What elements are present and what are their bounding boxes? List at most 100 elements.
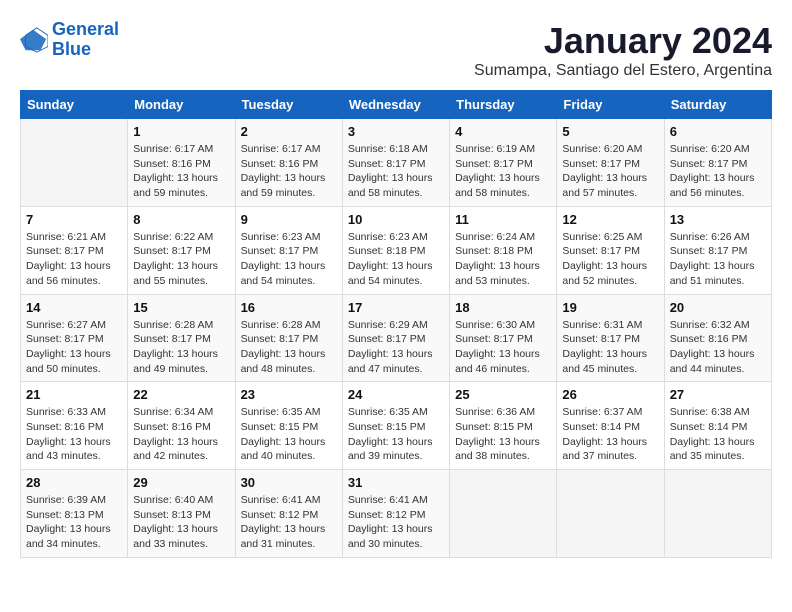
calendar-cell: 3 Sunrise: 6:18 AMSunset: 8:17 PMDaylight… [342, 119, 449, 207]
day-number: 2 [241, 124, 337, 139]
day-number: 24 [348, 387, 444, 402]
calendar-cell: 19 Sunrise: 6:31 AMSunset: 8:17 PMDayligh… [557, 294, 664, 382]
calendar-cell: 28Sunrise: 6:39 AMSunset: 8:13 PMDayligh… [21, 470, 128, 558]
calendar-cell: 23Sunrise: 6:35 AMSunset: 8:15 PMDayligh… [235, 382, 342, 470]
day-info: Sunrise: 6:17 AMSunset: 8:16 PMDaylight:… [241, 142, 337, 201]
calendar-cell: 8 Sunrise: 6:22 AMSunset: 8:17 PMDaylight… [128, 206, 235, 294]
calendar-week-row: 28Sunrise: 6:39 AMSunset: 8:13 PMDayligh… [21, 470, 772, 558]
day-info: Sunrise: 6:38 AMSunset: 8:14 PMDaylight:… [670, 405, 766, 464]
day-number: 28 [26, 475, 122, 490]
calendar-cell: 1 Sunrise: 6:17 AMSunset: 8:16 PMDaylight… [128, 119, 235, 207]
calendar-cell: 20Sunrise: 6:32 AMSunset: 8:16 PMDayligh… [664, 294, 771, 382]
day-info: Sunrise: 6:27 AMSunset: 8:17 PMDaylight:… [26, 318, 122, 377]
calendar-cell [21, 119, 128, 207]
page-title: January 2024 [474, 20, 772, 62]
day-info: Sunrise: 6:41 AMSunset: 8:12 PMDaylight:… [348, 493, 444, 552]
day-number: 29 [133, 475, 229, 490]
day-number: 20 [670, 300, 766, 315]
weekday-header: Friday [557, 91, 664, 119]
day-info: Sunrise: 6:33 AMSunset: 8:16 PMDaylight:… [26, 405, 122, 464]
day-number: 6 [670, 124, 766, 139]
calendar-table: SundayMondayTuesdayWednesdayThursdayFrid… [20, 90, 772, 558]
calendar-cell: 2 Sunrise: 6:17 AMSunset: 8:16 PMDaylight… [235, 119, 342, 207]
day-number: 21 [26, 387, 122, 402]
logo-text: General Blue [52, 20, 119, 60]
weekday-header: Tuesday [235, 91, 342, 119]
calendar-cell: 17 Sunrise: 6:29 AMSunset: 8:17 PMDayligh… [342, 294, 449, 382]
calendar-cell: 21 Sunrise: 6:33 AMSunset: 8:16 PMDayligh… [21, 382, 128, 470]
day-info: Sunrise: 6:23 AMSunset: 8:18 PMDaylight:… [348, 230, 444, 289]
logo-icon [20, 26, 48, 54]
day-info: Sunrise: 6:34 AMSunset: 8:16 PMDaylight:… [133, 405, 229, 464]
day-number: 13 [670, 212, 766, 227]
day-number: 25 [455, 387, 551, 402]
day-info: Sunrise: 6:30 AMSunset: 8:17 PMDaylight:… [455, 318, 551, 377]
day-number: 4 [455, 124, 551, 139]
weekday-header: Sunday [21, 91, 128, 119]
calendar-week-row: 1 Sunrise: 6:17 AMSunset: 8:16 PMDaylight… [21, 119, 772, 207]
day-number: 3 [348, 124, 444, 139]
calendar-cell: 13 Sunrise: 6:26 AMSunset: 8:17 PMDayligh… [664, 206, 771, 294]
day-number: 23 [241, 387, 337, 402]
day-info: Sunrise: 6:31 AMSunset: 8:17 PMDaylight:… [562, 318, 658, 377]
day-info: Sunrise: 6:17 AMSunset: 8:16 PMDaylight:… [133, 142, 229, 201]
day-info: Sunrise: 6:26 AMSunset: 8:17 PMDaylight:… [670, 230, 766, 289]
day-number: 7 [26, 212, 122, 227]
day-number: 5 [562, 124, 658, 139]
calendar-cell: 26Sunrise: 6:37 AMSunset: 8:14 PMDayligh… [557, 382, 664, 470]
day-number: 16 [241, 300, 337, 315]
calendar-cell: 29 Sunrise: 6:40 AMSunset: 8:13 PMDayligh… [128, 470, 235, 558]
day-info: Sunrise: 6:18 AMSunset: 8:17 PMDaylight:… [348, 142, 444, 201]
calendar-cell: 25 Sunrise: 6:36 AMSunset: 8:15 PMDayligh… [450, 382, 557, 470]
day-number: 15 [133, 300, 229, 315]
logo: General Blue [20, 20, 119, 60]
day-info: Sunrise: 6:40 AMSunset: 8:13 PMDaylight:… [133, 493, 229, 552]
calendar-cell: 10 Sunrise: 6:23 AMSunset: 8:18 PMDayligh… [342, 206, 449, 294]
day-number: 26 [562, 387, 658, 402]
calendar-cell: 27 Sunrise: 6:38 AMSunset: 8:14 PMDayligh… [664, 382, 771, 470]
weekday-header: Monday [128, 91, 235, 119]
day-number: 14 [26, 300, 122, 315]
calendar-cell: 5Sunrise: 6:20 AMSunset: 8:17 PMDaylight… [557, 119, 664, 207]
calendar-cell: 15 Sunrise: 6:28 AMSunset: 8:17 PMDayligh… [128, 294, 235, 382]
page-subtitle: Sumampa, Santiago del Estero, Argentina [474, 62, 772, 80]
weekday-header-row: SundayMondayTuesdayWednesdayThursdayFrid… [21, 91, 772, 119]
day-number: 8 [133, 212, 229, 227]
calendar-cell: 14 Sunrise: 6:27 AMSunset: 8:17 PMDayligh… [21, 294, 128, 382]
weekday-header: Wednesday [342, 91, 449, 119]
day-info: Sunrise: 6:23 AMSunset: 8:17 PMDaylight:… [241, 230, 337, 289]
day-info: Sunrise: 6:28 AMSunset: 8:17 PMDaylight:… [133, 318, 229, 377]
calendar-cell: 18Sunrise: 6:30 AMSunset: 8:17 PMDayligh… [450, 294, 557, 382]
day-info: Sunrise: 6:41 AMSunset: 8:12 PMDaylight:… [241, 493, 337, 552]
day-info: Sunrise: 6:29 AMSunset: 8:17 PMDaylight:… [348, 318, 444, 377]
weekday-header: Saturday [664, 91, 771, 119]
calendar-cell [557, 470, 664, 558]
day-number: 17 [348, 300, 444, 315]
day-info: Sunrise: 6:22 AMSunset: 8:17 PMDaylight:… [133, 230, 229, 289]
day-info: Sunrise: 6:36 AMSunset: 8:15 PMDaylight:… [455, 405, 551, 464]
calendar-week-row: 21 Sunrise: 6:33 AMSunset: 8:16 PMDayligh… [21, 382, 772, 470]
day-number: 10 [348, 212, 444, 227]
day-number: 9 [241, 212, 337, 227]
weekday-header: Thursday [450, 91, 557, 119]
day-number: 19 [562, 300, 658, 315]
title-area: January 2024 Sumampa, Santiago del Ester… [474, 20, 772, 80]
day-info: Sunrise: 6:20 AMSunset: 8:17 PMDaylight:… [670, 142, 766, 201]
calendar-cell: 4Sunrise: 6:19 AMSunset: 8:17 PMDaylight… [450, 119, 557, 207]
calendar-cell: 24 Sunrise: 6:35 AMSunset: 8:15 PMDayligh… [342, 382, 449, 470]
logo-line2: Blue [52, 39, 91, 59]
calendar-cell: 16Sunrise: 6:28 AMSunset: 8:17 PMDayligh… [235, 294, 342, 382]
day-info: Sunrise: 6:35 AMSunset: 8:15 PMDaylight:… [348, 405, 444, 464]
day-number: 1 [133, 124, 229, 139]
calendar-cell [450, 470, 557, 558]
calendar-cell: 12Sunrise: 6:25 AMSunset: 8:17 PMDayligh… [557, 206, 664, 294]
calendar-cell: 7 Sunrise: 6:21 AMSunset: 8:17 PMDaylight… [21, 206, 128, 294]
calendar-week-row: 14 Sunrise: 6:27 AMSunset: 8:17 PMDayligh… [21, 294, 772, 382]
day-number: 12 [562, 212, 658, 227]
day-info: Sunrise: 6:21 AMSunset: 8:17 PMDaylight:… [26, 230, 122, 289]
logo-line1: General [52, 19, 119, 39]
day-number: 22 [133, 387, 229, 402]
day-number: 27 [670, 387, 766, 402]
calendar-cell: 31Sunrise: 6:41 AMSunset: 8:12 PMDayligh… [342, 470, 449, 558]
day-number: 11 [455, 212, 551, 227]
